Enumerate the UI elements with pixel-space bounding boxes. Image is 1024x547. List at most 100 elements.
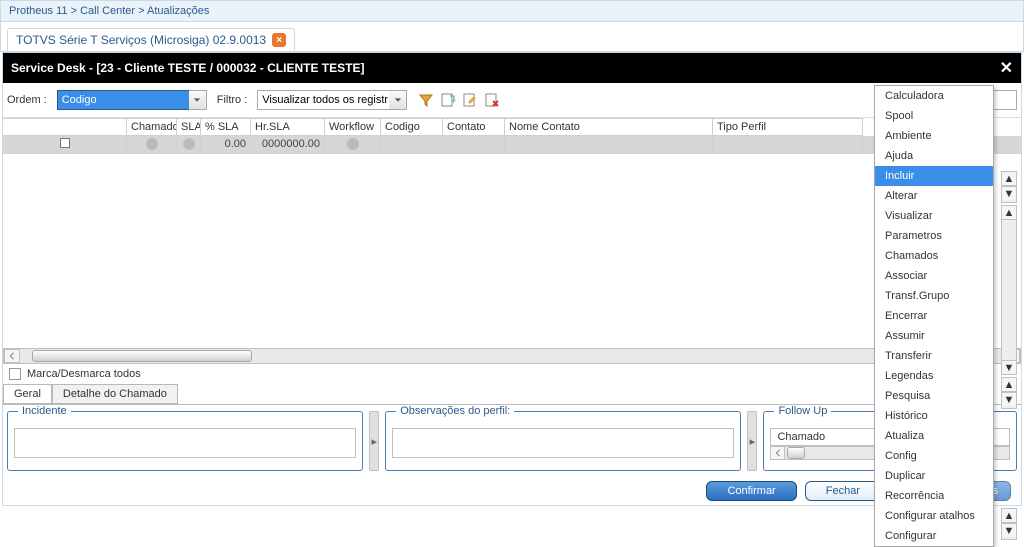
tab-geral[interactable]: Geral [3,384,52,404]
crumb1[interactable]: Protheus 11 [9,5,68,17]
panel-followup-title: Follow Up [774,405,831,417]
filter-icon[interactable] [417,91,435,109]
panel-observacoes-title: Observações do perfil: [396,405,514,417]
scroll-left-icon[interactable] [4,349,20,363]
col-chamado[interactable]: Chamado [127,118,177,136]
sla-status-icon [183,138,195,150]
scroll-down-icon[interactable]: ▼ [1002,360,1016,374]
menu-item-calculadora[interactable]: Calculadora [875,86,993,106]
chevron-down-icon[interactable] [389,90,407,110]
tab-bar: TOTVS Série T Serviços (Microsiga) 02.9.… [0,22,1024,52]
scroll-down-icon[interactable]: ▼ [1002,392,1016,406]
col-tipoperfil[interactable]: Tipo Perfil [713,118,863,136]
menu-item-assumir[interactable]: Assumir [875,326,993,346]
ordem-select[interactable] [57,90,207,110]
scrollbar-thumb[interactable] [787,447,805,459]
confirmar-button[interactable]: Confirmar [706,481,796,501]
menu-item-parametros[interactable]: Parametros [875,226,993,246]
scroll-down-icon[interactable]: ▼ [1002,186,1016,200]
filtro-value[interactable] [257,90,407,110]
col-sla[interactable]: SLA [177,118,201,136]
menu-item-hist-rico[interactable]: Histórico [875,406,993,426]
svg-text:+: + [451,96,456,106]
scroll-left-icon[interactable] [771,447,785,459]
col-codigo[interactable]: Codigo [381,118,443,136]
scroll-up-icon[interactable]: ▲ [1002,206,1016,220]
cell-nome [505,136,713,154]
cell-contato [443,136,505,154]
tab-detalhe[interactable]: Detalhe do Chamado [52,384,178,404]
col-blank[interactable] [3,118,127,136]
scroll-up-icon[interactable]: ▲ [1002,509,1016,523]
menu-item-configurar[interactable]: Configurar [875,526,993,546]
col-nome[interactable]: Nome Contato [505,118,713,136]
subtabs: Geral Detalhe do Chamado [3,384,1021,404]
toolbar-icons: + [417,91,501,109]
menu-item-visualizar[interactable]: Visualizar [875,206,993,226]
scroll-up-icon[interactable]: ▲ [1002,172,1016,186]
menu-item-configurar-atalhos[interactable]: Configurar atalhos [875,506,993,526]
cell-codigo [381,136,443,154]
row-checkbox[interactable] [60,138,70,148]
close-window-icon[interactable]: ✕ [1000,58,1013,78]
crumb2[interactable]: Call Center [80,5,135,17]
fechar-button[interactable]: Fechar [805,481,881,501]
splitter-icon[interactable]: ▸ [747,411,757,471]
menu-item-legendas[interactable]: Legendas [875,366,993,386]
menu-item-transferir[interactable]: Transferir [875,346,993,366]
observacoes-text[interactable] [392,428,734,458]
horizontal-scrollbar[interactable] [3,348,1021,364]
menu-item-chamados[interactable]: Chamados [875,246,993,266]
filtro-select[interactable] [257,90,407,110]
splitter-icon[interactable]: ▸ [369,411,379,471]
menu-item-atualiza[interactable]: Atualiza [875,426,993,446]
menu-item-duplicar[interactable]: Duplicar [875,466,993,486]
table-row[interactable]: 0.00 0000000.00 [3,136,1021,154]
footer-buttons: Confirmar Fechar Ações relacionadas [3,477,1021,505]
fu-col-chamado[interactable]: Chamado [770,428,890,446]
col-pct-sla[interactable]: % SLA [201,118,251,136]
menu-item-spool[interactable]: Spool [875,106,993,126]
side-scroll[interactable]: ▲ ▼ [1001,171,1017,203]
panels-row: Incidente ▸ Observações do perfil: ▸ Fol… [3,404,1021,477]
crumb3[interactable]: Atualizações [147,5,209,17]
close-icon[interactable]: × [272,33,286,47]
grid: Chamado SLA % SLA Hr.SLA Workflow Codigo… [3,118,1021,364]
grid-header: Chamado SLA % SLA Hr.SLA Workflow Codigo… [3,118,1021,136]
menu-item-incluir[interactable]: Incluir [875,166,993,186]
edit-filter-icon[interactable] [461,91,479,109]
remove-filter-icon[interactable] [483,91,501,109]
add-filter-icon[interactable]: + [439,91,457,109]
menu-item-associar[interactable]: Associar [875,266,993,286]
menu-item-pesquisa[interactable]: Pesquisa [875,386,993,406]
side-scroll[interactable]: ▲ ▼ [1001,205,1017,375]
col-hrsla[interactable]: Hr.SLA [251,118,325,136]
scroll-down-icon[interactable]: ▼ [1002,523,1016,537]
chevron-down-icon[interactable] [189,90,207,110]
menu-item-alterar[interactable]: Alterar [875,186,993,206]
menu-item-transf-grupo[interactable]: Transf.Grupo [875,286,993,306]
side-scroll[interactable]: ▲ ▼ [1001,508,1017,540]
col-workflow[interactable]: Workflow [325,118,381,136]
scroll-up-icon[interactable]: ▲ [1002,378,1016,392]
menu-item-encerrar[interactable]: Encerrar [875,306,993,326]
side-scroll[interactable]: ▲ ▼ [1001,377,1017,409]
ordem-value[interactable] [57,90,207,110]
grid-body: 0.00 0000000.00 [3,136,1021,348]
menu-item-ambiente[interactable]: Ambiente [875,126,993,146]
select-all-row: Marca/Desmarca todos [3,364,1021,384]
ordem-label: Ordem : [7,94,47,106]
incidente-list[interactable] [14,428,356,458]
menu-item-recorr-ncia[interactable]: Recorrência [875,486,993,506]
cell-pct-sla: 0.00 [201,136,251,154]
panel-observacoes: Observações do perfil: [385,411,741,471]
menu-item-ajuda[interactable]: Ajuda [875,146,993,166]
actions-dropdown[interactable]: CalculadoraSpoolAmbienteAjudaIncluirAlte… [874,85,994,547]
scrollbar-thumb[interactable] [32,350,252,362]
col-contato[interactable]: Contato [443,118,505,136]
tab-main[interactable]: TOTVS Série T Serviços (Microsiga) 02.9.… [7,28,295,51]
panel-incidente-title: Incidente [18,405,71,417]
menu-item-config[interactable]: Config [875,446,993,466]
select-all-checkbox[interactable] [9,368,21,380]
cell-tipoperfil [713,136,863,154]
